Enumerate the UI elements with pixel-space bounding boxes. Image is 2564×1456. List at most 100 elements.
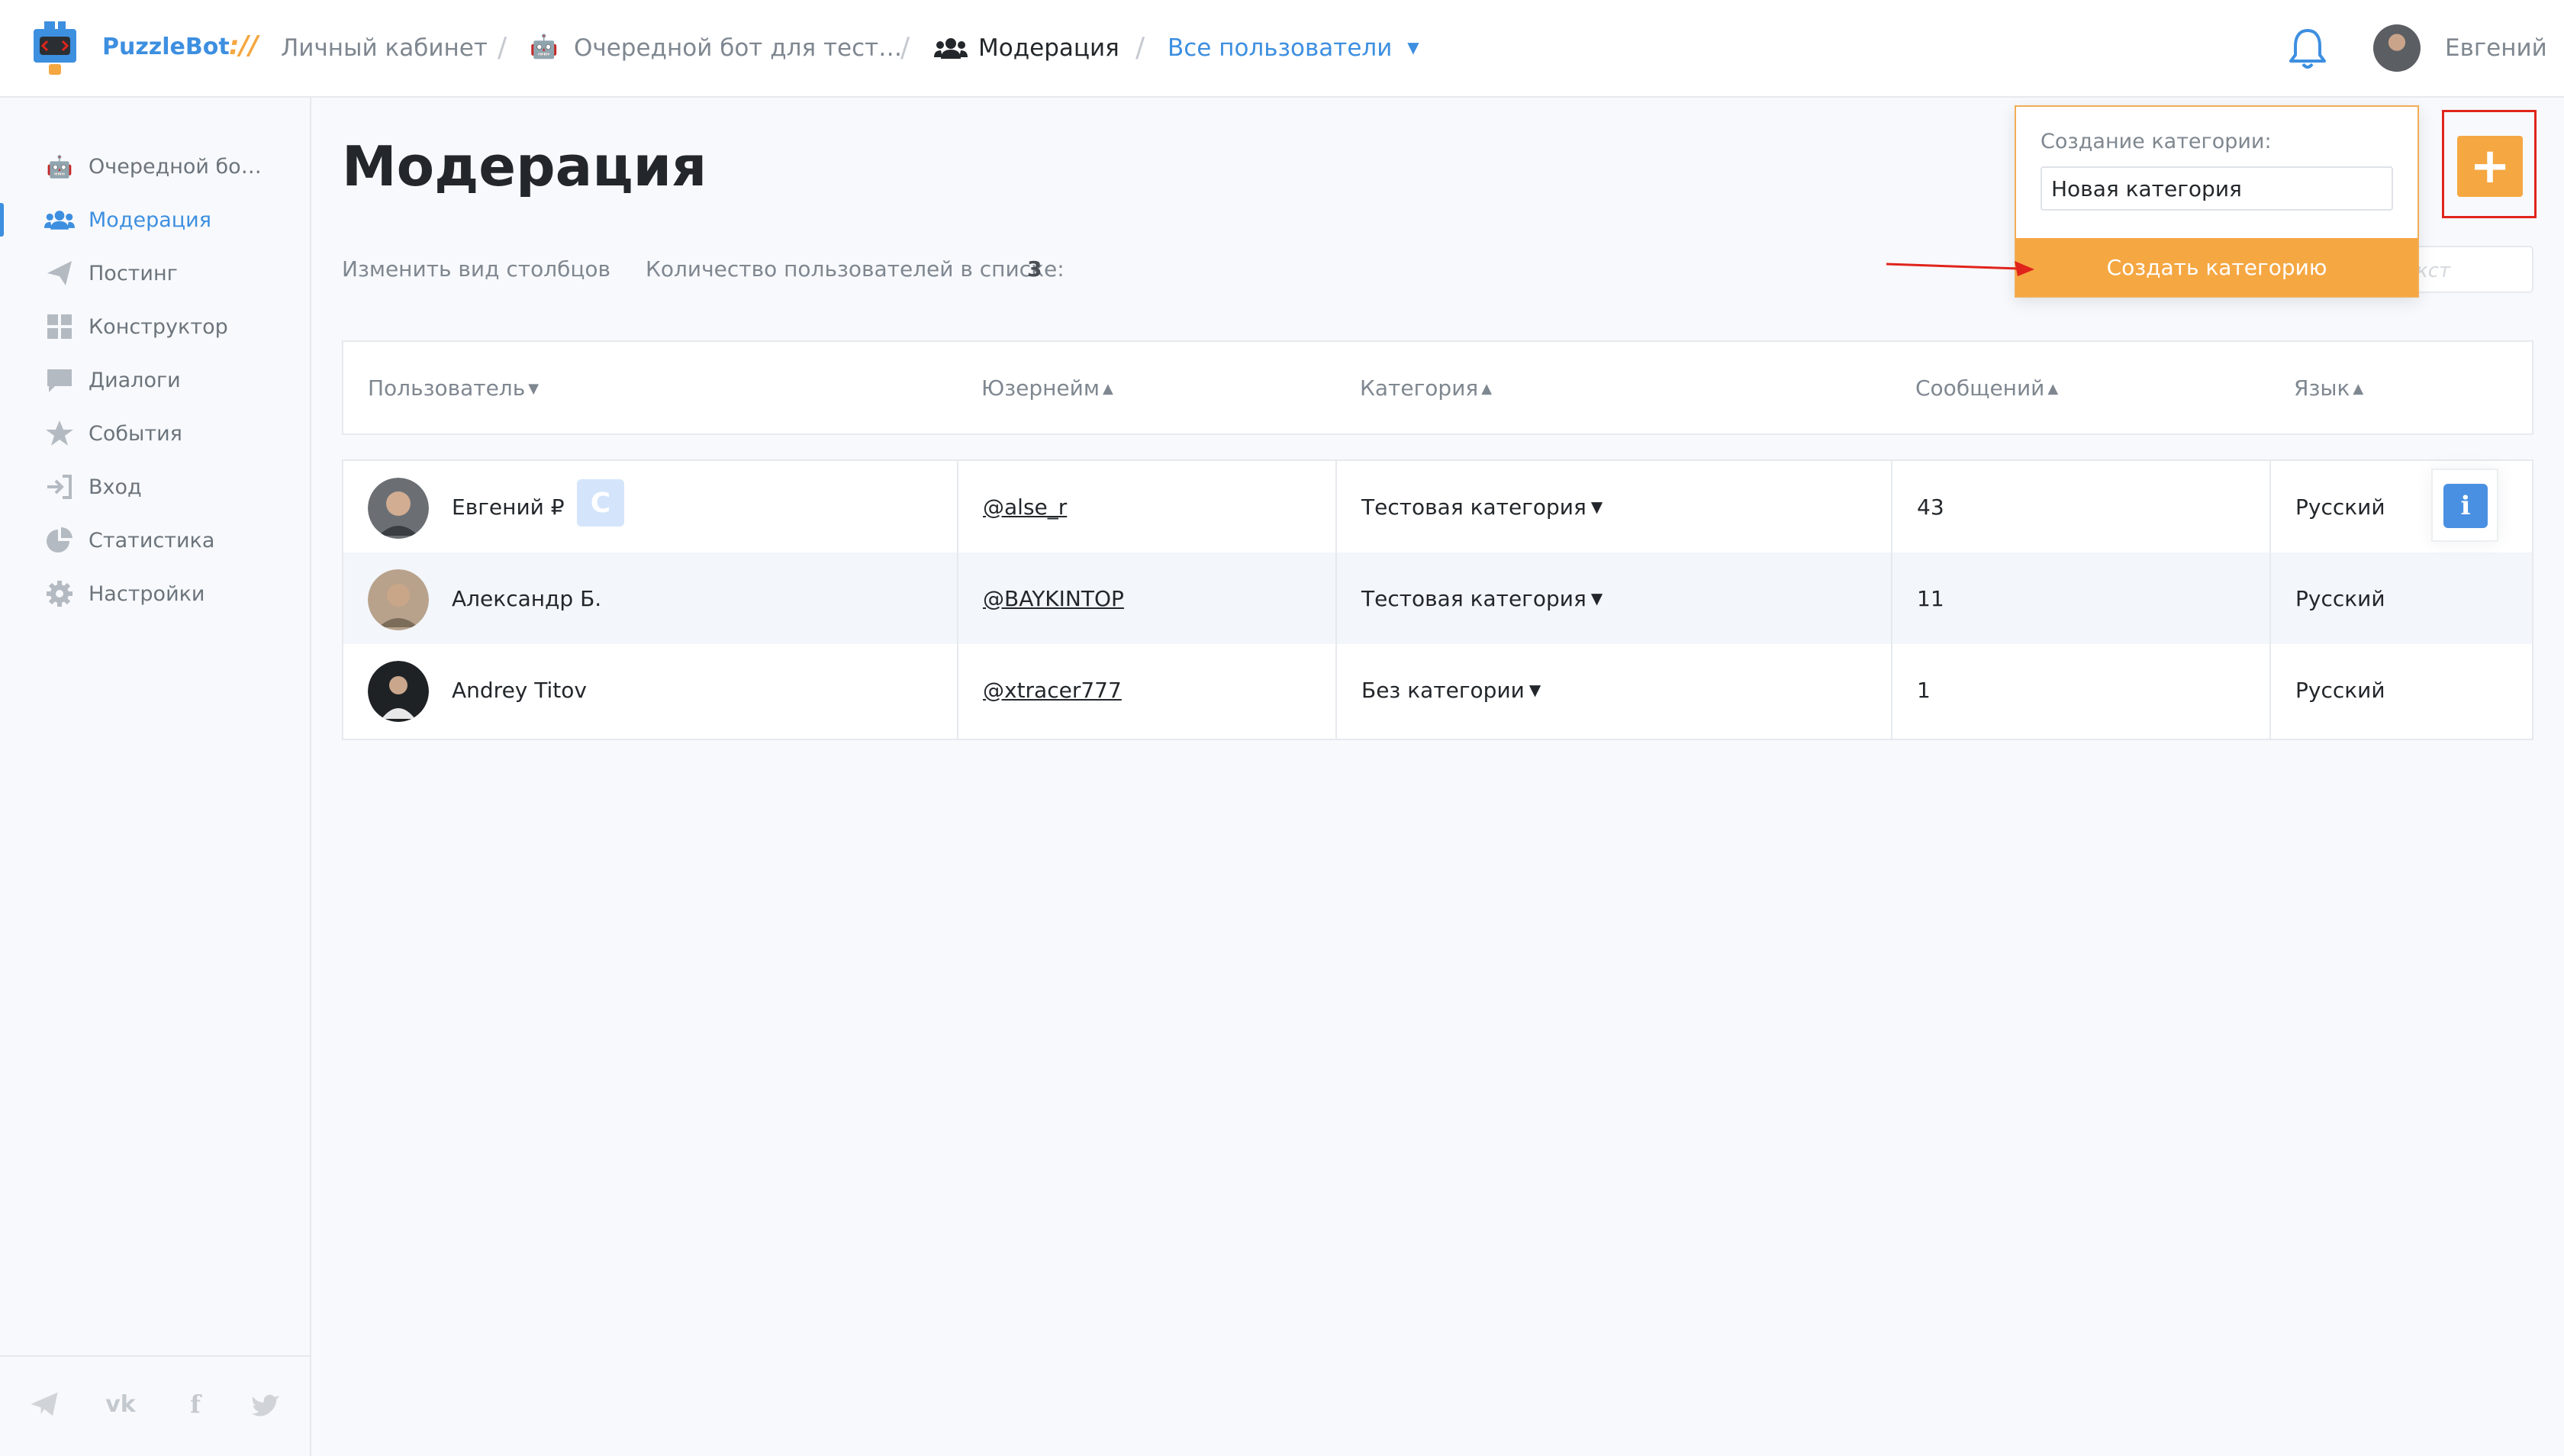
column-divider xyxy=(957,461,958,739)
column-header-label: Язык xyxy=(2294,375,2350,401)
sort-desc-icon: ▼ xyxy=(528,381,540,397)
search-input[interactable]: кст xyxy=(2404,246,2533,293)
row-actions-card: i xyxy=(2431,469,2498,542)
chevron-down-icon: ▼ xyxy=(1407,38,1419,56)
sidebar-item-label: События xyxy=(89,421,182,446)
column-divider xyxy=(1891,461,1892,739)
grid-icon xyxy=(47,314,72,339)
puzzlebot-logo-icon[interactable] xyxy=(31,21,79,76)
gear-icon xyxy=(47,581,72,607)
language: Русский xyxy=(2295,678,2385,703)
column-header-label: Пользователь xyxy=(368,375,526,401)
breadcrumb-separator: / xyxy=(498,32,507,63)
create-category-button[interactable]: Создать категорию xyxy=(2016,238,2417,296)
avatar[interactable] xyxy=(368,569,429,630)
user-name[interactable]: Andrey Titov xyxy=(452,678,587,703)
avatar[interactable] xyxy=(2373,24,2421,72)
sidebar-item-label: Постинг xyxy=(89,261,178,285)
username-link[interactable]: @alse_r xyxy=(983,494,1067,520)
sidebar-item-login[interactable]: Вход xyxy=(0,464,310,510)
caret-down-icon: ▼ xyxy=(1528,681,1541,699)
sidebar-item-constructor[interactable]: Конструктор xyxy=(0,304,310,350)
users-count-label: Количество пользователей в списке: xyxy=(646,256,1065,282)
sidebar-item-statistics[interactable]: Статистика xyxy=(0,517,310,563)
sort-asc-icon: ▲ xyxy=(1481,381,1493,397)
column-divider xyxy=(2269,461,2271,739)
sidebar-item-label: Диалоги xyxy=(89,368,181,392)
telegram-icon[interactable] xyxy=(27,1387,61,1421)
category-name-input[interactable] xyxy=(2041,166,2393,211)
sidebar-item-label: Настройки xyxy=(89,581,205,606)
user-name[interactable]: Александр Б. xyxy=(452,586,601,611)
sort-asc-icon: ▲ xyxy=(2353,381,2364,397)
language: Русский xyxy=(2295,494,2385,520)
sidebar-item-bot[interactable]: 🤖 Очередной бо… xyxy=(0,143,310,189)
column-header-language[interactable]: Язык ▲ xyxy=(2294,375,2363,401)
username-link[interactable]: @xtracer777 xyxy=(983,678,1122,703)
change-columns-link[interactable]: Изменить вид столбцов xyxy=(342,256,610,282)
user-badge[interactable]: C xyxy=(577,479,624,527)
caret-down-icon: ▼ xyxy=(1590,498,1603,516)
paper-plane-icon xyxy=(47,261,72,285)
bot-icon: 🤖 xyxy=(46,153,73,179)
create-category-popover: Создание категории: Создать категорию xyxy=(2015,105,2419,298)
sidebar-item-moderation[interactable]: Модерация xyxy=(0,197,310,243)
brand-slashes: :// xyxy=(229,31,259,61)
star-icon xyxy=(46,420,73,446)
column-header-user[interactable]: Пользователь ▼ xyxy=(368,375,539,401)
sidebar-item-label: Конструктор xyxy=(89,314,228,339)
arrow-annotation-icon xyxy=(1886,261,2034,276)
facebook-icon[interactable]: f xyxy=(179,1387,212,1421)
brand-name[interactable]: PuzzleBot xyxy=(102,34,230,60)
breadcrumb-moderation[interactable]: Модерация xyxy=(978,34,1119,62)
messages-count: 11 xyxy=(1917,586,1944,611)
user-name[interactable]: Евгений ₽ xyxy=(452,494,565,520)
avatar[interactable] xyxy=(368,478,429,539)
sidebar: 🤖 Очередной бо… Модерация Постинг Констр… xyxy=(0,98,311,1456)
language: Русский xyxy=(2295,586,2385,611)
bell-icon[interactable] xyxy=(2286,26,2329,72)
users-table: Евгений ₽ C @alse_r Тестовая категория ▼ … xyxy=(342,459,2533,740)
user-name[interactable]: Евгений xyxy=(2445,34,2547,62)
sort-asc-icon: ▲ xyxy=(1102,381,1113,397)
table-header: Пользователь ▼ Юзернейм ▲ Категория ▲ Сообщ… xyxy=(342,340,2533,435)
category-dropdown[interactable]: Тестовая категория ▼ xyxy=(1361,494,1602,520)
vk-icon[interactable]: vk xyxy=(104,1387,137,1421)
column-header-category[interactable]: Категория ▲ xyxy=(1360,375,1492,401)
sidebar-item-events[interactable]: События xyxy=(0,411,310,456)
column-header-username[interactable]: Юзернейм ▲ xyxy=(981,375,1113,401)
sidebar-item-settings[interactable]: Настройки xyxy=(0,571,310,617)
category-dropdown[interactable]: Без категории ▼ xyxy=(1361,678,1541,703)
column-header-label: Сообщений xyxy=(1915,375,2045,401)
breadcrumb-bot[interactable]: Очередной бот для тест… xyxy=(574,34,902,62)
users-filter-label: Все пользователи xyxy=(1168,34,1393,62)
add-category-button[interactable]: + xyxy=(2457,136,2523,197)
users-icon xyxy=(934,38,968,59)
messages-count: 1 xyxy=(1917,678,1931,703)
sidebar-item-dialogs[interactable]: Диалоги xyxy=(0,357,310,403)
info-icon[interactable]: i xyxy=(2443,484,2488,528)
username-link[interactable]: @BAYKINTOP xyxy=(983,586,1124,611)
category-label: Тестовая категория xyxy=(1361,586,1586,611)
category-label: Без категории xyxy=(1361,678,1525,703)
chat-icon xyxy=(47,369,72,392)
avatar[interactable] xyxy=(368,661,429,722)
table-row[interactable]: Евгений ₽ C @alse_r Тестовая категория ▼ … xyxy=(343,461,2532,552)
breadcrumb-cabinet[interactable]: Личный кабинет xyxy=(281,34,488,62)
users-filter-dropdown[interactable]: Все пользователи ▼ xyxy=(1168,34,1419,62)
pie-chart-icon xyxy=(47,527,72,552)
page-title: Модерация xyxy=(342,134,707,198)
table-row[interactable]: Александр Б. @BAYKINTOP Тестовая категор… xyxy=(343,552,2532,644)
category-dropdown[interactable]: Тестовая категория ▼ xyxy=(1361,586,1602,611)
sidebar-item-label: Статистика xyxy=(89,528,215,552)
users-icon xyxy=(44,211,75,230)
column-header-messages[interactable]: Сообщений ▲ xyxy=(1915,375,2058,401)
sign-in-icon xyxy=(47,475,72,499)
search-placeholder: кст xyxy=(2416,259,2451,282)
breadcrumb-separator: / xyxy=(1135,32,1145,63)
table-row[interactable]: Andrey Titov @xtracer777 Без категории ▼ … xyxy=(343,644,2532,736)
sidebar-item-posting[interactable]: Постинг xyxy=(0,250,310,296)
plus-icon: + xyxy=(2469,138,2511,195)
twitter-icon[interactable] xyxy=(249,1387,282,1421)
caret-down-icon: ▼ xyxy=(1590,589,1603,607)
